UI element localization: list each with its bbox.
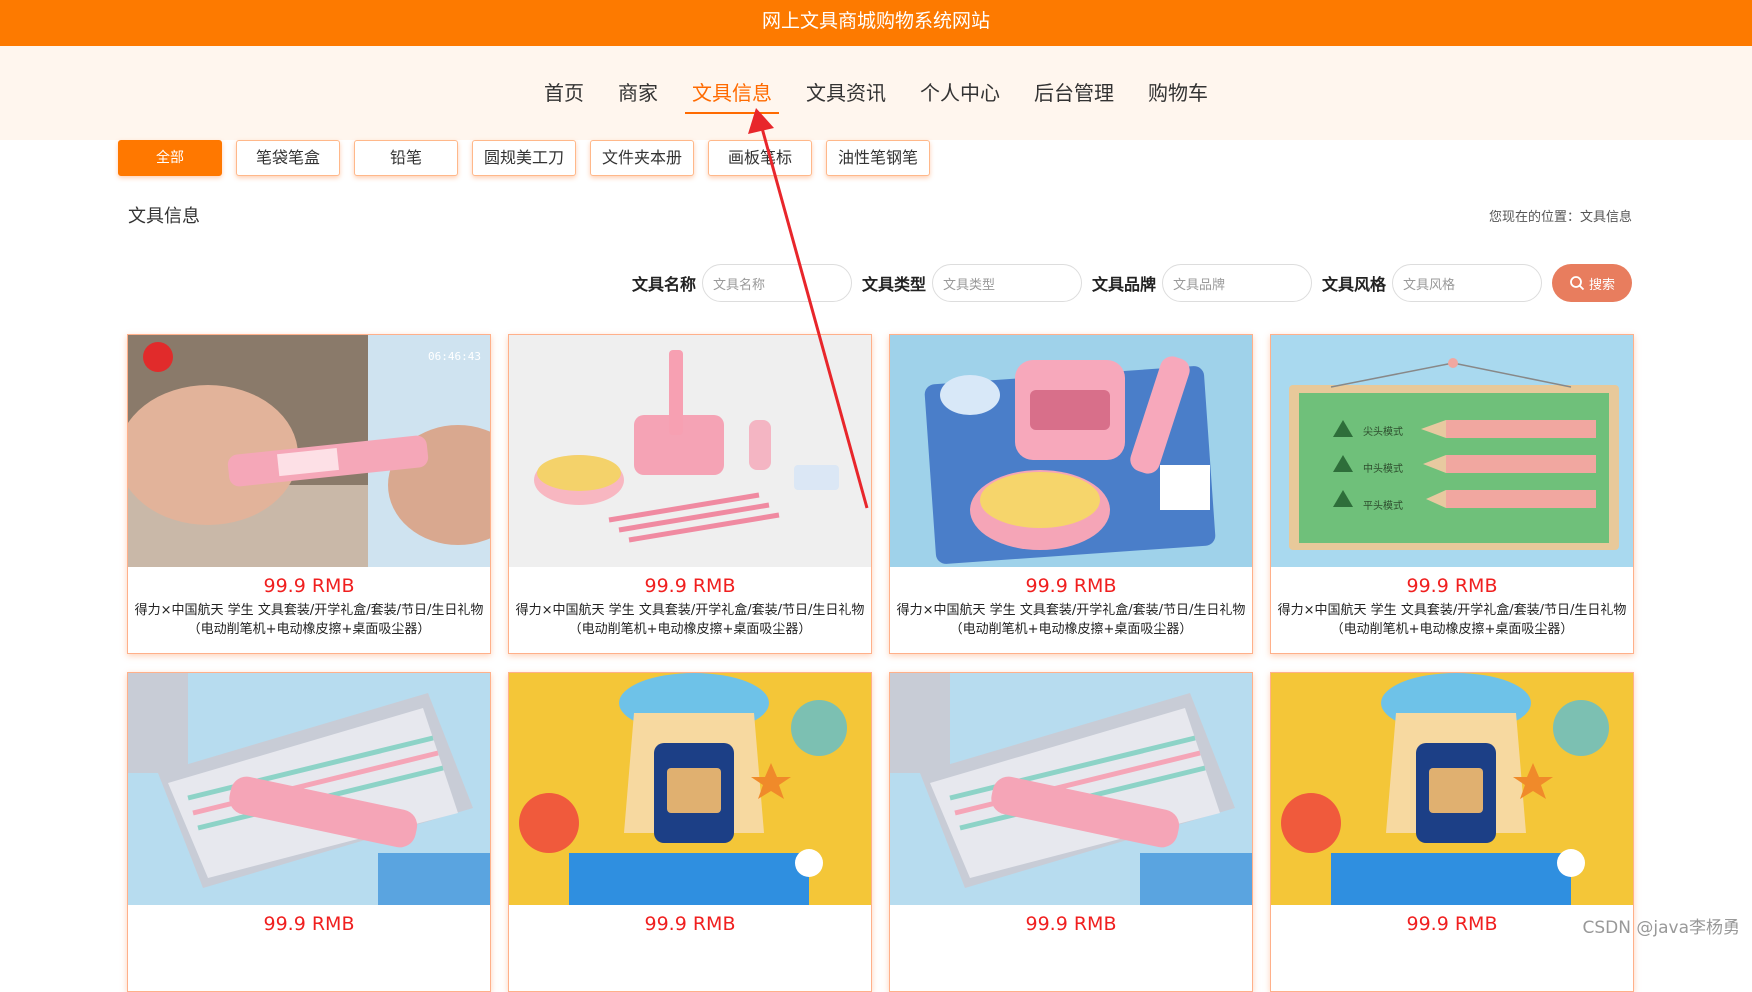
- search-type-label: 文具类型: [862, 271, 926, 295]
- product-desc: 得力×中国航天 学生 文具套装/开学礼盒/套装/节日/生日礼物（电动削笔机+电动…: [128, 597, 490, 639]
- mode-label-pointed: 尖头模式: [1363, 425, 1403, 438]
- product-card[interactable]: 06:46:43 99.9 RMB 得力×中国航天 学生 文具套装/开学礼盒/套…: [127, 334, 491, 654]
- search-style-input[interactable]: 文具风格: [1392, 264, 1542, 302]
- search-icon: [1569, 275, 1585, 291]
- nav-admin[interactable]: 后台管理: [1017, 76, 1131, 114]
- category-folder-notebook[interactable]: 文件夹本册: [590, 140, 694, 176]
- page-title: 文具信息: [128, 202, 200, 228]
- mode-label-medium: 中头模式: [1363, 462, 1403, 475]
- search-brand-label: 文具品牌: [1092, 271, 1156, 295]
- product-image[interactable]: [509, 335, 871, 567]
- product-desc: [1271, 935, 1633, 939]
- nav-stationery-info[interactable]: 文具信息: [675, 76, 789, 114]
- product-card[interactable]: 99.9 RMB 得力×中国航天 学生 文具套装/开学礼盒/套装/节日/生日礼物…: [508, 334, 872, 654]
- breadcrumb: 您现在的位置：文具信息: [1489, 206, 1632, 225]
- category-pencil-case[interactable]: 笔袋笔盒: [236, 140, 340, 176]
- search-name-label: 文具名称: [632, 271, 696, 295]
- product-desc: [890, 935, 1252, 939]
- product-desc: [509, 935, 871, 939]
- svg-text:06:46:43: 06:46:43: [428, 350, 481, 363]
- product-price: 99.9 RMB: [1271, 575, 1633, 597]
- nav-cart[interactable]: 购物车: [1131, 76, 1225, 114]
- search-bar: 文具名称 文具名称 文具类型 文具类型 文具品牌 文具品牌 文具风格 文具风格 …: [622, 264, 1632, 302]
- product-card[interactable]: 99.9 RMB: [1270, 672, 1634, 992]
- product-image[interactable]: 尖头模式 中头模式 平头模式: [1271, 335, 1633, 567]
- site-title: 网上文具商城购物系统网站: [762, 10, 990, 32]
- product-grid: 06:46:43 99.9 RMB 得力×中国航天 学生 文具套装/开学礼盒/套…: [127, 334, 1634, 992]
- category-marker-pen[interactable]: 油性笔钢笔: [826, 140, 930, 176]
- product-price: 99.9 RMB: [1271, 913, 1633, 935]
- product-image[interactable]: [509, 673, 871, 905]
- product-card[interactable]: 99.9 RMB: [127, 672, 491, 992]
- product-price: 99.9 RMB: [890, 913, 1252, 935]
- nav-personal-center[interactable]: 个人中心: [903, 76, 1017, 114]
- product-card[interactable]: 99.9 RMB 得力×中国航天 学生 文具套装/开学礼盒/套装/节日/生日礼物…: [889, 334, 1253, 654]
- product-card[interactable]: 99.9 RMB: [889, 672, 1253, 992]
- search-name-input[interactable]: 文具名称: [702, 264, 852, 302]
- product-desc: 得力×中国航天 学生 文具套装/开学礼盒/套装/节日/生日礼物（电动削笔机+电动…: [890, 597, 1252, 639]
- product-price: 99.9 RMB: [890, 575, 1252, 597]
- product-card[interactable]: 99.9 RMB: [508, 672, 872, 992]
- watermark: CSDN @java李杨勇: [1583, 913, 1741, 938]
- product-image[interactable]: [890, 335, 1252, 567]
- search-button[interactable]: 搜索: [1552, 264, 1632, 302]
- search-button-label: 搜索: [1589, 274, 1615, 293]
- product-price: 99.9 RMB: [509, 575, 871, 597]
- mode-label-flat: 平头模式: [1363, 499, 1403, 512]
- product-card[interactable]: 尖头模式 中头模式 平头模式 99.9 RMB 得力×中国航天 学生 文具套装/…: [1270, 334, 1634, 654]
- search-type-input[interactable]: 文具类型: [932, 264, 1082, 302]
- site-title-bar: 网上文具商城购物系统网站: [0, 0, 1752, 46]
- nav-stationery-news[interactable]: 文具资讯: [789, 76, 903, 114]
- product-price: 99.9 RMB: [509, 913, 871, 935]
- search-style-label: 文具风格: [1322, 271, 1386, 295]
- product-image[interactable]: [890, 673, 1252, 905]
- product-image[interactable]: [128, 673, 490, 905]
- nav-merchant[interactable]: 商家: [601, 76, 675, 114]
- category-pencil[interactable]: 铅笔: [354, 140, 458, 176]
- main-nav: 首页 商家 文具信息 文具资讯 个人中心 后台管理 购物车: [0, 46, 1752, 140]
- product-price: 99.9 RMB: [128, 913, 490, 935]
- product-desc: 得力×中国航天 学生 文具套装/开学礼盒/套装/节日/生日礼物（电动削笔机+电动…: [509, 597, 871, 639]
- product-desc: 得力×中国航天 学生 文具套装/开学礼盒/套装/节日/生日礼物（电动削笔机+电动…: [1271, 597, 1633, 639]
- product-image[interactable]: [1271, 673, 1633, 905]
- nav-home[interactable]: 首页: [527, 76, 601, 114]
- category-drawing-board[interactable]: 画板笔标: [708, 140, 812, 176]
- search-brand-input[interactable]: 文具品牌: [1162, 264, 1312, 302]
- product-desc: [128, 935, 490, 939]
- product-price: 99.9 RMB: [128, 575, 490, 597]
- category-filter: 全部 笔袋笔盒 铅笔 圆规美工刀 文件夹本册 画板笔标 油性笔钢笔: [118, 140, 930, 176]
- category-all[interactable]: 全部: [118, 140, 222, 176]
- category-compass-knife[interactable]: 圆规美工刀: [472, 140, 576, 176]
- product-image[interactable]: 06:46:43: [128, 335, 490, 567]
